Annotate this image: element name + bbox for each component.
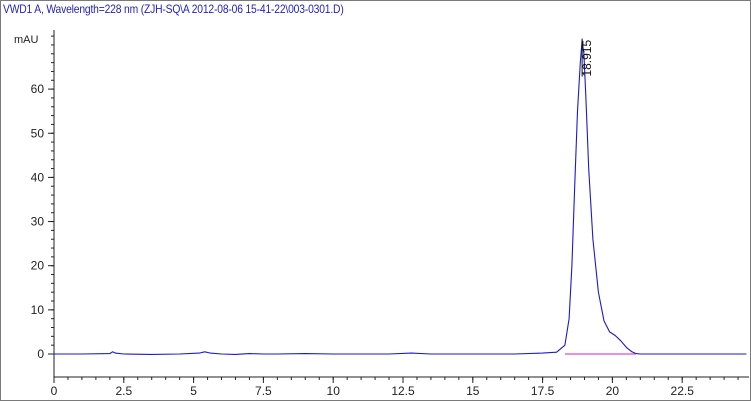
y-tick-label: 40 [31,170,45,184]
x-tick-label: 15 [466,384,480,398]
x-tick-label: 5 [190,384,197,398]
x-tick-label: 0 [51,384,58,398]
peak-retention-label: 18.915 [580,40,594,77]
y-tick-label: 20 [31,259,45,273]
x-tick-label: 2.5 [115,384,132,398]
x-tick-label: 20 [606,384,620,398]
y-tick-label: 0 [37,347,44,361]
x-tick-label: 22.5 [671,384,695,398]
y-axis-unit-label: mAU [14,34,39,46]
y-tick-label: 50 [31,126,45,140]
signal-trace-line [54,39,747,355]
y-tick-label: 10 [31,303,45,317]
chromatogram-plot: 0 10 20 30 40 50 60 0 2.5 5 7.5 10 12.5 15 17.5 20 22.5 m… [14,30,749,398]
x-tick-label: 10 [327,384,341,398]
y-tick-label: 30 [31,215,45,229]
x-tick-label: 17.5 [531,384,555,398]
x-tick-label: 7.5 [255,384,272,398]
x-tick-label: 12.5 [391,384,415,398]
y-tick-label: 60 [31,82,45,96]
